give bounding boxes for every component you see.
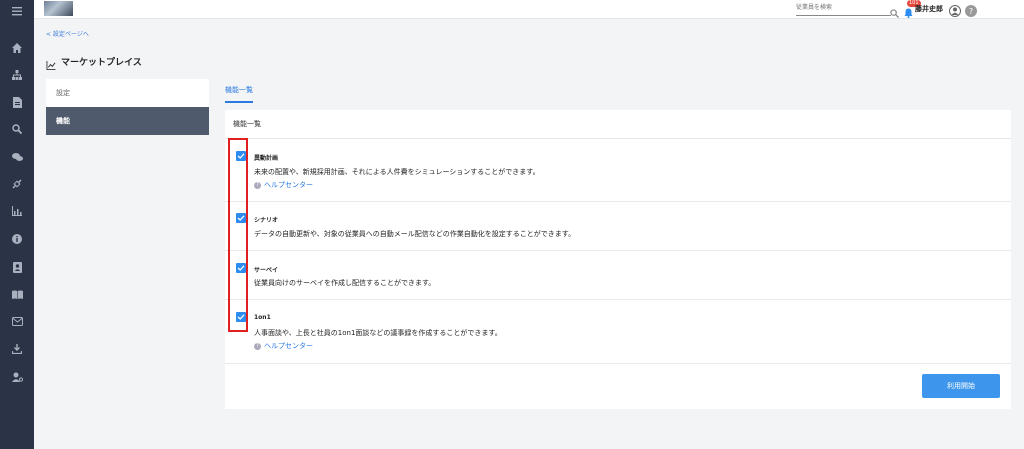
link-icon[interactable] xyxy=(0,179,34,189)
help-center-link[interactable]: ? ヘルプセンター xyxy=(254,341,313,351)
feature-description: 人事面談や、上長と社員の1on1面談などの議事録を作成することができます。 xyxy=(254,329,502,337)
start-using-button[interactable]: 利用開始 xyxy=(922,374,1000,398)
user-settings-icon[interactable] xyxy=(0,372,34,382)
settings-nav: 設定 機能 xyxy=(46,79,209,135)
search-icon[interactable] xyxy=(0,124,34,134)
feature-row-1on1: 1on1 人事面談や、上長と社員の1on1面談などの議事録を作成することができま… xyxy=(225,300,1011,364)
help-center-label: ヘルプセンター xyxy=(264,181,313,189)
page-title: マーケットプレイス xyxy=(61,58,142,68)
feature-description: データの自動更新や、対象の従業員への自動メール配信などの作業自動化を設定すること… xyxy=(254,230,576,238)
feature-row-survey: サーベイ 従業員向けのサーベイを作成し配信することができます。 xyxy=(225,251,1011,300)
help-icon: ? xyxy=(254,181,261,189)
chart-icon[interactable] xyxy=(0,206,34,216)
feature-list-card: 機能一覧 異動計画 未来の配置や、新規採用計画、それによる人件費をシミュレーショ… xyxy=(225,110,1011,409)
feature-name: サーベイ xyxy=(254,267,279,274)
chat-icon[interactable] xyxy=(0,152,34,162)
user-name[interactable]: 藤井史郎 xyxy=(915,4,943,14)
help-icon: ? xyxy=(254,342,261,350)
nav-item-features[interactable]: 機能 xyxy=(46,107,209,135)
card-title: 機能一覧 xyxy=(225,110,1011,139)
book-icon[interactable] xyxy=(0,290,34,299)
menu-icon[interactable] xyxy=(0,6,34,16)
help-icon[interactable]: ? xyxy=(965,2,977,21)
company-logo[interactable] xyxy=(44,1,73,16)
tab-feature-list[interactable]: 機能一覧 xyxy=(225,85,253,103)
svg-text:?: ? xyxy=(969,7,973,16)
feature-description: 従業員向けのサーベイを作成し配信することができます。 xyxy=(254,279,436,287)
feature-name: シナリオ xyxy=(254,217,279,224)
search-icon[interactable] xyxy=(890,3,900,22)
feature-row-scenario: シナリオ データの自動更新や、対象の従業員への自動メール配信などの作業自動化を設… xyxy=(225,202,1011,251)
mail-icon[interactable] xyxy=(0,317,34,326)
contact-card-icon[interactable] xyxy=(0,262,34,273)
employee-search[interactable] xyxy=(796,1,891,16)
sidebar xyxy=(0,0,34,449)
feature-row-transfer-plan: 異動計画 未来の配置や、新規採用計画、それによる人件費をシミュレーションすること… xyxy=(225,139,1011,202)
help-center-label: ヘルプセンター xyxy=(264,342,313,350)
back-to-settings-link[interactable]: < 設定ページへ xyxy=(46,29,89,38)
feature-name: 異動計画 xyxy=(254,155,279,162)
employee-search-input[interactable] xyxy=(796,1,888,14)
org-chart-icon[interactable] xyxy=(0,70,34,80)
home-icon[interactable] xyxy=(0,43,34,53)
feature-name: 1on1 xyxy=(254,314,271,321)
download-icon[interactable] xyxy=(0,344,34,354)
nav-item-settings[interactable]: 設定 xyxy=(46,79,209,107)
chart-icon xyxy=(46,55,56,74)
feature-description: 未来の配置や、新規採用計画、それによる人件費をシミュレーションすることができます… xyxy=(254,168,540,176)
user-avatar-icon[interactable] xyxy=(949,2,961,21)
document-icon[interactable] xyxy=(0,97,34,108)
help-center-link[interactable]: ? ヘルプセンター xyxy=(254,180,313,190)
info-icon[interactable] xyxy=(0,234,34,244)
highlight-box xyxy=(228,138,248,332)
